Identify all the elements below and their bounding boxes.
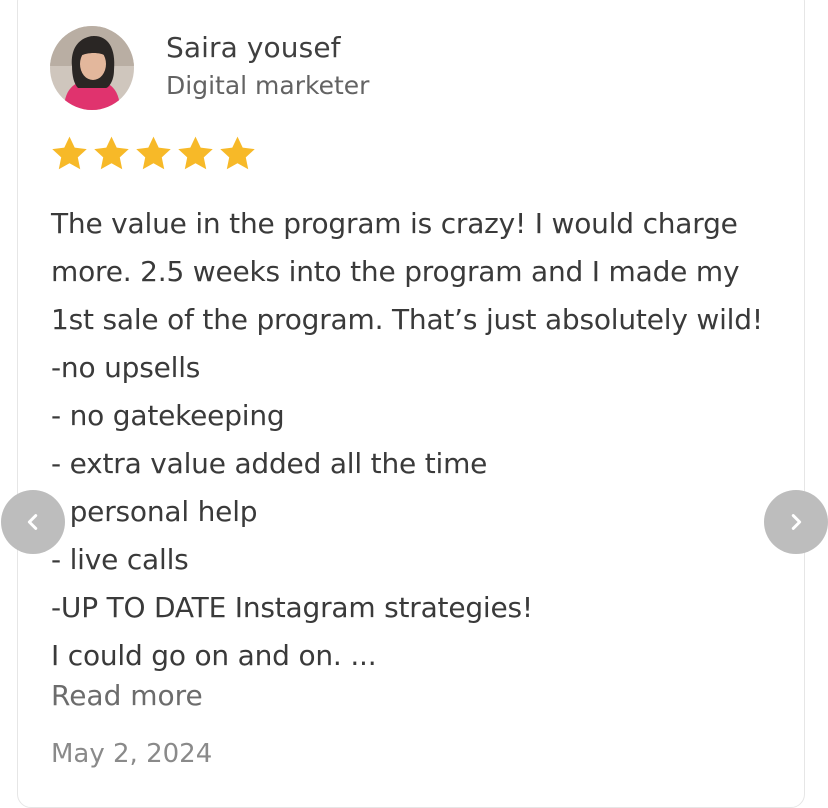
avatar-photo-icon xyxy=(50,26,134,110)
review-text: The value in the program is crazy! I wou… xyxy=(51,200,771,680)
review-line: - no gatekeeping xyxy=(51,399,285,432)
previous-review-button[interactable] xyxy=(1,490,65,554)
star-icon xyxy=(94,136,129,170)
review-line: -no upsells xyxy=(51,351,201,384)
review-line: The value in the program is crazy! I wou… xyxy=(51,207,738,240)
star-icon xyxy=(178,136,213,170)
review-line: - live calls xyxy=(51,543,189,576)
reviewer-name: Saira yousef xyxy=(166,31,341,64)
chevron-left-icon xyxy=(27,514,38,530)
review-line: -UP TO DATE Instagram strategies! xyxy=(51,591,533,624)
star-icon xyxy=(220,136,255,170)
review-line: I could go on and on. ... xyxy=(51,639,377,672)
review-line: - extra value added all the time xyxy=(51,447,488,480)
next-review-button[interactable] xyxy=(764,490,828,554)
review-date: May 2, 2024 xyxy=(51,739,213,769)
star-rating xyxy=(50,134,257,178)
avatar xyxy=(50,26,134,110)
reviewer-role: Digital marketer xyxy=(166,71,370,100)
review-line: 1st sale of the program. That’s just abs… xyxy=(51,303,763,336)
chevron-right-icon xyxy=(791,514,802,530)
review-line: more. 2.5 weeks into the program and I m… xyxy=(51,255,740,288)
read-more-link[interactable]: Read more xyxy=(51,679,203,712)
star-icon xyxy=(52,136,87,170)
star-icon xyxy=(136,136,171,170)
review-line: - personal help xyxy=(51,495,258,528)
